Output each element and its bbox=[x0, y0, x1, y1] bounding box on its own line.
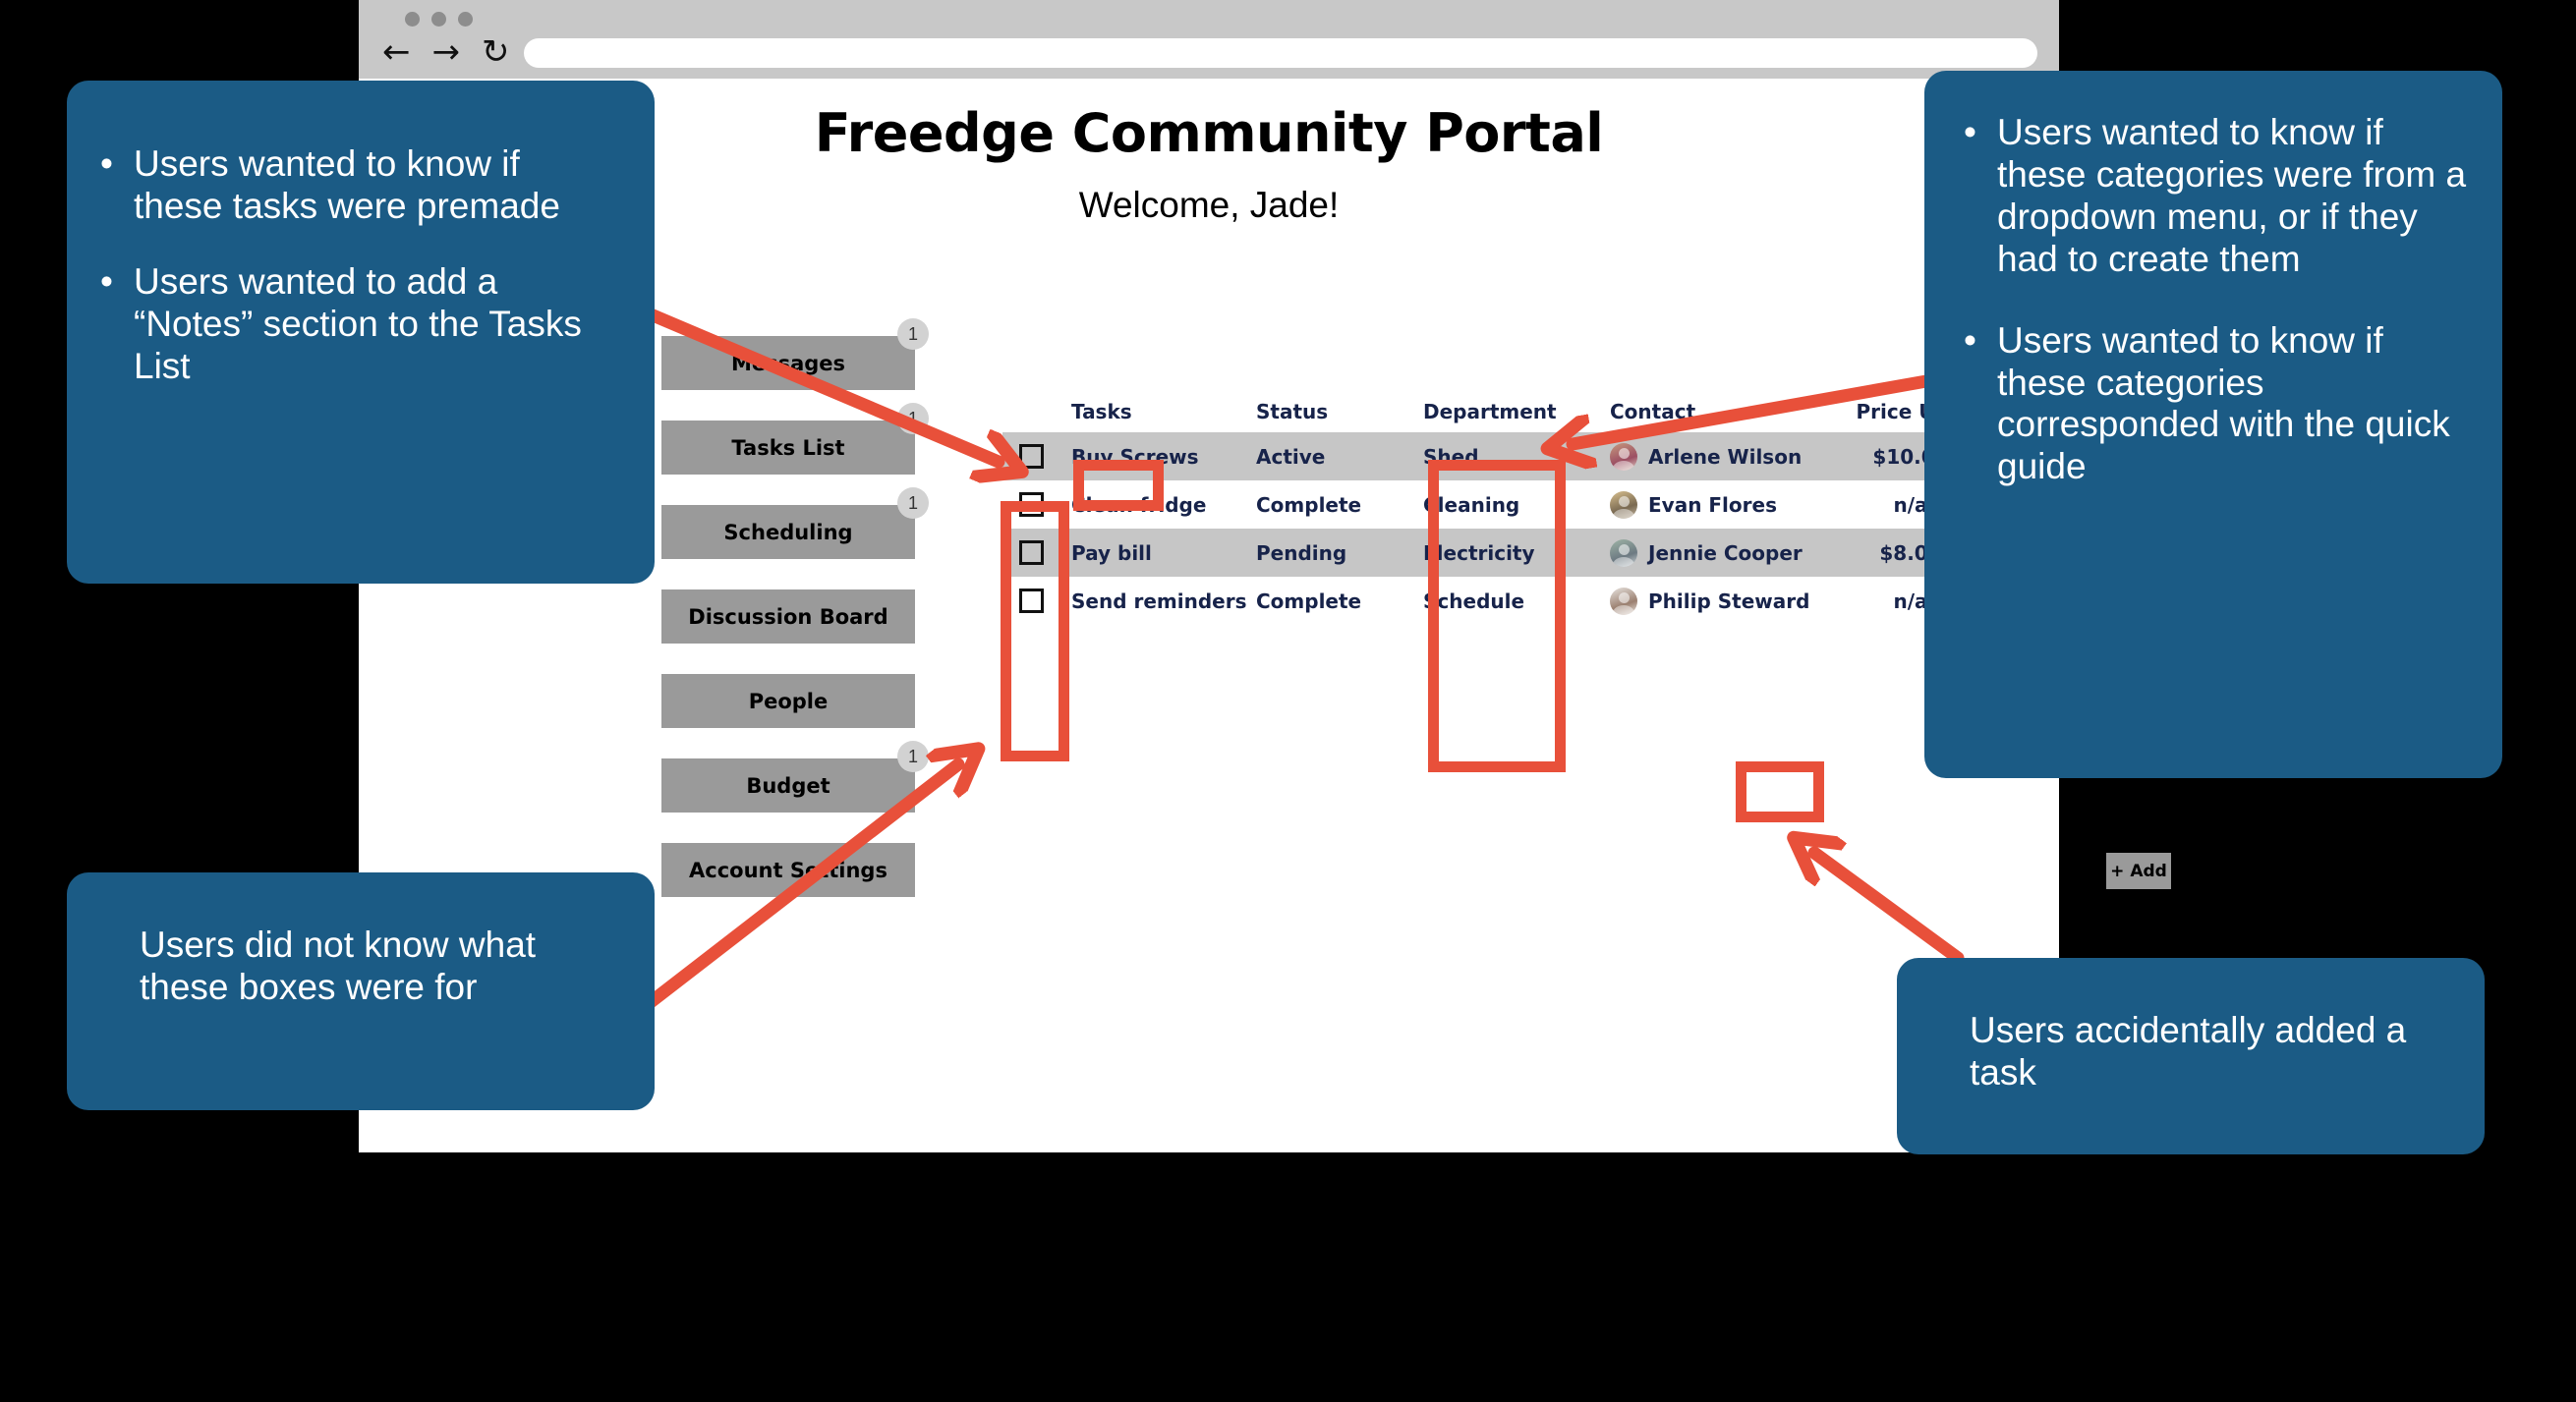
avatar bbox=[1610, 538, 1637, 567]
row-checkbox[interactable] bbox=[1018, 492, 1044, 517]
contact-name: Arlene Wilson bbox=[1648, 444, 1803, 469]
triangle-right-icon[interactable] bbox=[2231, 861, 2252, 892]
row-checkbox[interactable] bbox=[1018, 589, 1044, 613]
sidebar-item-label: People bbox=[748, 689, 829, 713]
annotation-text: Users did not know what these boxes were… bbox=[140, 925, 537, 1008]
cell-status: Complete bbox=[1256, 589, 1362, 613]
avatar bbox=[1610, 442, 1637, 471]
annotation-list: Users wanted to know if these categories… bbox=[1952, 112, 2473, 488]
cell-task: Pay bill bbox=[1071, 540, 1152, 565]
triangle-left-icon[interactable] bbox=[2189, 861, 2209, 892]
annotation-bullet: Users wanted to know if these categories… bbox=[1964, 112, 2473, 281]
sidebar-item-label: Budget bbox=[746, 773, 830, 798]
sidebar-item-people[interactable]: People bbox=[661, 674, 915, 728]
sidebar-item-label: Tasks List bbox=[731, 435, 845, 460]
table-row[interactable]: Send reminders Complete Schedule Philip … bbox=[1002, 577, 1985, 625]
annotation-list: Users wanted to know if these tasks were… bbox=[88, 143, 615, 388]
sidebar-item-account-settings[interactable]: Account Settings bbox=[661, 843, 915, 897]
table-row[interactable]: Clean fridge Complete Cleaning Evan Flor… bbox=[1002, 480, 1985, 529]
contact-name: Jennie Cooper bbox=[1648, 540, 1803, 565]
row-checkbox[interactable] bbox=[1018, 540, 1044, 565]
reload-icon[interactable]: ↻ bbox=[482, 35, 510, 69]
cell-department: Cleaning bbox=[1423, 492, 1520, 517]
window-minimize-dot[interactable] bbox=[431, 12, 446, 27]
cell-department: Shed bbox=[1423, 444, 1479, 469]
column-header-department[interactable]: Department bbox=[1423, 400, 1610, 423]
sidebar-item-discussion-board[interactable]: Discussion Board bbox=[661, 589, 915, 644]
sidebar-item-messages[interactable]: Messages 1 bbox=[661, 318, 929, 390]
cell-contact: Philip Steward bbox=[1610, 587, 1836, 615]
avatar bbox=[1610, 490, 1637, 519]
table-row[interactable]: Pay bill Pending Electricity Jennie Coop… bbox=[1002, 529, 1985, 577]
cell-status: Active bbox=[1256, 444, 1326, 469]
browser-chrome: ← → ↻ bbox=[359, 0, 2059, 79]
sidebar-item-tasks-list[interactable]: Tasks List 1 bbox=[661, 403, 929, 475]
forward-arrow-icon[interactable]: → bbox=[432, 35, 461, 69]
annotation-callout-bottom-left: Users did not know what these boxes were… bbox=[67, 872, 655, 1110]
notification-badge: 1 bbox=[897, 487, 929, 519]
annotation-bullet: Users wanted to know if these tasks were… bbox=[100, 143, 615, 228]
cell-task: Send reminders bbox=[1071, 589, 1247, 613]
notification-badge: 1 bbox=[897, 403, 929, 434]
window-controls bbox=[405, 12, 473, 27]
window-close-dot[interactable] bbox=[405, 12, 420, 27]
notification-badge: 1 bbox=[897, 741, 929, 772]
add-task-button[interactable]: + Add bbox=[2106, 853, 2171, 889]
contact-name: Philip Steward bbox=[1648, 589, 1810, 613]
cell-task: Clean fridge bbox=[1071, 492, 1207, 517]
sidebar-item-label: Account Settings bbox=[689, 858, 887, 882]
window-maximize-dot[interactable] bbox=[458, 12, 473, 27]
table-header-row: Tasks Status Department Contact Price US… bbox=[1002, 391, 1985, 432]
url-input[interactable] bbox=[524, 38, 2037, 68]
cell-department: Electricity bbox=[1423, 540, 1535, 565]
cell-contact: Arlene Wilson bbox=[1610, 442, 1836, 471]
annotation-callout-top-right: Users wanted to know if these categories… bbox=[1924, 71, 2502, 778]
cell-task: Buy Screws bbox=[1071, 444, 1199, 469]
table-row[interactable]: Buy Screws Active Shed Arlene Wilson $10… bbox=[1002, 432, 1985, 480]
column-header-contact[interactable]: Contact bbox=[1610, 400, 1836, 423]
sidebar-item-label: Discussion Board bbox=[688, 604, 888, 629]
annotation-callout-top-left: Users wanted to know if these tasks were… bbox=[67, 81, 655, 584]
annotation-bullet: Users wanted to add a “Notes” section to… bbox=[100, 261, 615, 388]
sidebar-item-budget[interactable]: Budget 1 bbox=[661, 741, 929, 813]
annotation-bullet: Users wanted to know if these categories… bbox=[1964, 320, 2473, 489]
browser-nav-controls: ← → ↻ bbox=[382, 35, 510, 69]
sidebar-nav: Messages 1 Tasks List 1 Scheduling 1 Dis… bbox=[661, 318, 929, 927]
back-arrow-icon[interactable]: ← bbox=[382, 35, 411, 69]
cell-department: Schedule bbox=[1423, 589, 1525, 613]
cell-status: Pending bbox=[1256, 540, 1347, 565]
sidebar-item-scheduling[interactable]: Scheduling 1 bbox=[661, 487, 929, 559]
annotation-text: Users accidentally added a task bbox=[1970, 1010, 2407, 1094]
cell-contact: Evan Flores bbox=[1610, 490, 1836, 519]
avatar bbox=[1610, 587, 1637, 615]
column-header-status[interactable]: Status bbox=[1256, 400, 1423, 423]
cell-contact: Jennie Cooper bbox=[1610, 538, 1836, 567]
contact-name: Evan Flores bbox=[1648, 492, 1777, 517]
cell-status: Complete bbox=[1256, 492, 1362, 517]
sidebar-item-label: Scheduling bbox=[723, 520, 853, 544]
row-checkbox[interactable] bbox=[1018, 444, 1044, 469]
annotation-callout-bottom-right: Users accidentally added a task bbox=[1897, 958, 2485, 1154]
sidebar-item-label: Messages bbox=[730, 351, 846, 375]
notification-badge: 1 bbox=[897, 318, 929, 350]
column-header-tasks[interactable]: Tasks bbox=[1059, 400, 1256, 423]
tasks-table: Tasks Status Department Contact Price US… bbox=[1002, 391, 2204, 625]
